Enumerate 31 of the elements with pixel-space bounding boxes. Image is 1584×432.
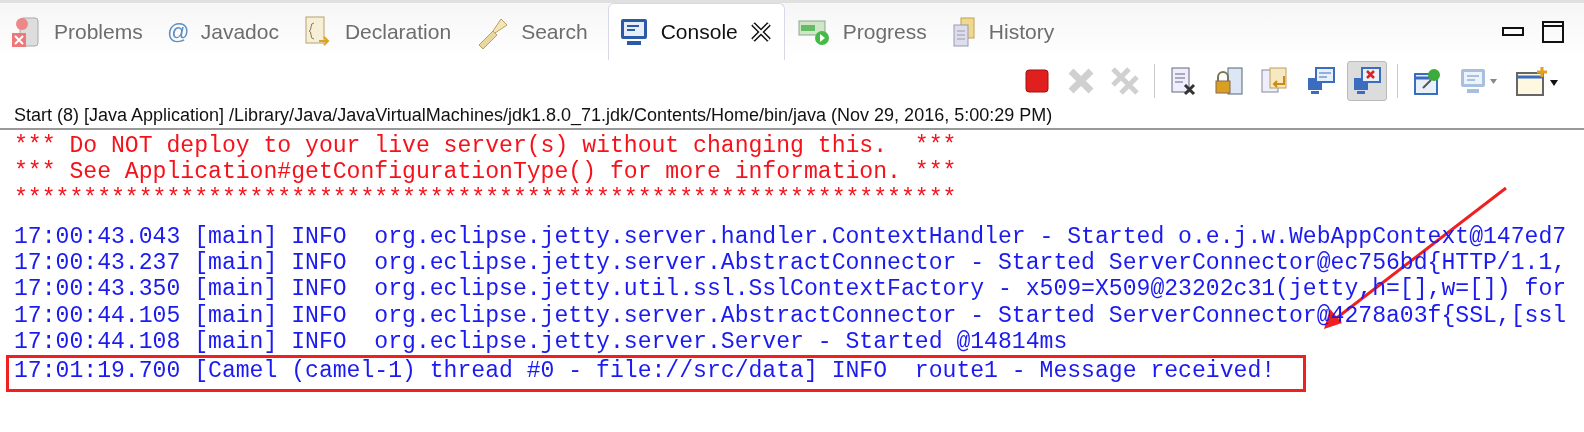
view-tab[interactable]: Console [607,3,785,60]
console-line: 17:00:44.108 [main] INFO org.eclipse.jetty.server.Server - Started @14814ms [14,329,1069,356]
monitor-message-icon [1306,66,1336,96]
monitor-dropdown-icon [1459,66,1499,96]
console-line: 17:01:19.700 [Camel (camel-1) thread #0 - file://src/data] INFO route1 - Message received! [14,358,1276,385]
monitor-error-icon [1352,66,1382,96]
pin-icon [1413,66,1443,96]
view-tab[interactable]: @ Javadoc [162,3,291,60]
x-icon [1067,67,1095,95]
lock-icon [1214,66,1244,96]
view-tab[interactable]: Search [471,3,600,60]
view-tab[interactable]: Problems [6,3,155,60]
new-window-dropdown-icon [1515,65,1559,97]
double-x-icon [1111,67,1139,95]
console-header: Start (8) [Java Application] /Library/Java/JavaVirtualMachines/jdk1.8.0_71.jdk/Contents/Home/bin/java (Nov 29, 2016, 5:00:29 PM) [0,102,1584,130]
stop-icon [1024,68,1050,94]
problems-icon [10,14,42,49]
minimize-icon[interactable] [1502,25,1524,38]
close-icon[interactable] [749,21,772,43]
view-tab[interactable]: Progress [792,3,939,60]
view-tab[interactable]: History [946,3,1067,60]
documents-icon [950,15,977,48]
document-x-icon [1170,66,1198,96]
console-line: *** Do NOT deploy to your live server(s) without changing this. *** [14,133,958,160]
monitor-icon [618,17,649,47]
console-line: *** See Application#getConfigurationType() for more information. *** [14,159,958,186]
view-tab[interactable]: Declaration [298,3,464,60]
at-sign-icon: @ [166,18,189,45]
console-line: ******************************************************************** [14,185,958,212]
document-arrow-icon [1260,66,1290,96]
maximize-icon[interactable] [1542,20,1564,43]
